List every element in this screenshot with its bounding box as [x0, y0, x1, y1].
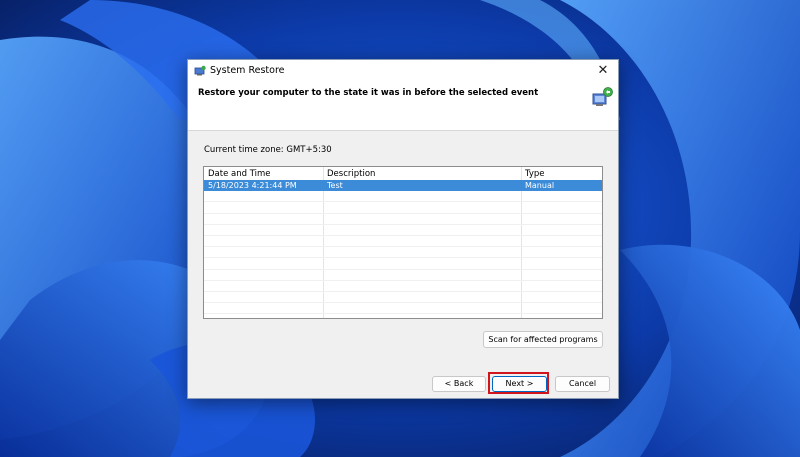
empty-row [204, 258, 602, 270]
back-button[interactable]: < Back [432, 376, 486, 392]
title-bar[interactable]: System Restore ✕ [188, 60, 618, 82]
empty-row [204, 281, 602, 292]
table-row[interactable]: 5/18/2023 4:21:44 PM Test Manual [204, 180, 602, 192]
empty-row [204, 247, 602, 259]
next-button-highlight [488, 372, 549, 394]
column-header-description[interactable]: Description [327, 169, 375, 179]
empty-row [204, 270, 602, 281]
timezone-label: Current time zone: GMT+5:30 [204, 145, 332, 155]
empty-row [204, 225, 602, 236]
scan-affected-programs-button[interactable]: Scan for affected programs [483, 331, 603, 348]
empty-row [204, 202, 602, 214]
cancel-button[interactable]: Cancel [555, 376, 610, 392]
header-instruction: Restore your computer to the state it wa… [198, 88, 539, 98]
empty-row [204, 292, 602, 304]
sort-indicator-icon: ˇ [261, 166, 265, 172]
system-restore-icon [194, 65, 206, 76]
row-type: Manual [525, 181, 555, 190]
row-date: 5/18/2023 4:21:44 PM [208, 181, 297, 190]
restore-points-list[interactable]: Date and Time ˇ Description Type 5/18/20… [203, 166, 603, 319]
window-title: System Restore [210, 65, 285, 76]
column-header-type[interactable]: Type [525, 169, 545, 179]
close-icon: ✕ [597, 63, 609, 78]
list-header: Date and Time ˇ Description Type [204, 167, 602, 180]
empty-row [204, 191, 602, 203]
empty-row [204, 236, 602, 248]
row-description: Test [327, 181, 343, 190]
empty-row [204, 303, 602, 315]
restore-point-rows: 5/18/2023 4:21:44 PM Test Manual [204, 180, 602, 315]
restore-computer-icon [592, 87, 613, 106]
close-button[interactable]: ✕ [592, 62, 614, 80]
wizard-header: Restore your computer to the state it wa… [188, 82, 618, 131]
empty-row [204, 214, 602, 225]
system-restore-dialog: System Restore ✕ Restore your computer t… [187, 59, 619, 399]
